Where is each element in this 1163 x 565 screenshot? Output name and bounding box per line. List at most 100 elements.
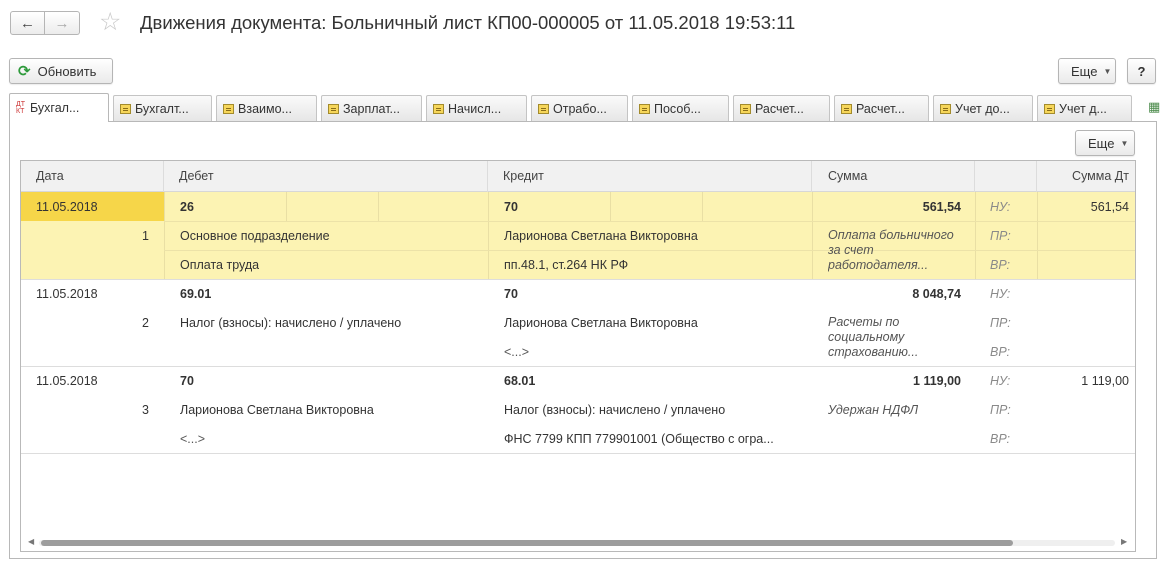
credit-account: 68.01 bbox=[504, 374, 536, 388]
chevron-down-icon: ▼ bbox=[1120, 138, 1129, 148]
tab-register-3[interactable]: Взаимо... bbox=[216, 95, 317, 121]
register-icon bbox=[841, 103, 852, 114]
tab-register-2[interactable]: Бухгалт... bbox=[113, 95, 212, 121]
tab-label: Зарплат... bbox=[343, 101, 400, 116]
tab-register-11[interactable]: Учет д... bbox=[1037, 95, 1132, 121]
tab-label: Учет д... bbox=[1059, 101, 1107, 116]
row-content: Расчеты по социальному страхованию... bbox=[828, 315, 919, 359]
register-icon bbox=[433, 103, 444, 114]
nu-label: НУ: bbox=[990, 287, 1011, 301]
credit-account: 70 bbox=[504, 287, 518, 301]
arrow-left-icon: ← bbox=[20, 14, 35, 32]
row-date: 11.05.2018 bbox=[36, 374, 98, 388]
debit-subconto-1: Ларионова Светлана Викторовна bbox=[180, 403, 374, 417]
credit-subconto-1: Налог (взносы): начислено / уплачено bbox=[504, 403, 726, 417]
pr-label: ПР: bbox=[990, 316, 1011, 330]
tab-label: Взаимо... bbox=[238, 101, 292, 116]
tab-register-10[interactable]: Учет до... bbox=[933, 95, 1033, 121]
debit-subconto-1: Налог (взносы): начислено / уплачено bbox=[180, 316, 402, 330]
row-sum: 561,54 bbox=[922, 200, 961, 214]
scroll-left-icon[interactable]: ◀ bbox=[28, 537, 34, 546]
column-header-debit[interactable]: Дебет bbox=[164, 161, 488, 192]
scroll-right-icon[interactable]: ▶ bbox=[1121, 537, 1127, 546]
row-sum: 8 048,74 bbox=[912, 287, 961, 301]
more-label: Еще bbox=[1071, 63, 1098, 79]
row-date: 11.05.2018 bbox=[36, 200, 98, 214]
register-icon bbox=[740, 103, 751, 114]
debit-account: 26 bbox=[180, 200, 194, 214]
register-icon bbox=[940, 103, 951, 114]
debit-subconto-1: Основное подразделение bbox=[180, 229, 330, 243]
more-button-panel[interactable]: Еще ▼ bbox=[1075, 130, 1135, 156]
column-header-date[interactable]: Дата bbox=[21, 161, 164, 192]
credit-subconto-1: Ларионова Светлана Викторовна bbox=[504, 229, 698, 243]
pr-label: ПР: bbox=[990, 229, 1011, 243]
forward-button[interactable]: → bbox=[45, 11, 80, 35]
arrow-right-icon: → bbox=[54, 14, 70, 32]
tab-register-6[interactable]: Отрабо... bbox=[531, 95, 628, 121]
tab-label: Пособ... bbox=[654, 101, 701, 116]
tab-register-5[interactable]: Начисл... bbox=[426, 95, 527, 121]
pr-label: ПР: bbox=[990, 403, 1011, 417]
row-number: 1 bbox=[142, 229, 149, 243]
row-content: Удержан НДФЛ bbox=[828, 403, 919, 417]
column-header-sum-dt[interactable]: Сумма Дт bbox=[1037, 161, 1135, 192]
row-sum-dt: 1 119,00 bbox=[1081, 374, 1129, 388]
movements-table: Дата Дебет Кредит Сумма Сумма Дт 11.05.2… bbox=[20, 160, 1136, 552]
register-icon bbox=[538, 103, 549, 114]
row-sum-dt: 561,54 bbox=[1090, 200, 1129, 214]
help-button[interactable]: ? bbox=[1127, 58, 1156, 84]
more-label: Еще bbox=[1088, 135, 1115, 151]
tab-label: Бухгалт... bbox=[135, 101, 189, 116]
tab-accounting-register[interactable]: ДТ КТ Бухгал... bbox=[9, 93, 109, 122]
column-header-spacer bbox=[975, 161, 1037, 192]
tab-label: Начисл... bbox=[448, 101, 502, 116]
more-button[interactable]: Еще ▼ bbox=[1058, 58, 1116, 84]
debit-subconto-2: <...> bbox=[180, 432, 206, 446]
horizontal-scrollbar[interactable]: ◀ ▶ bbox=[25, 536, 1131, 548]
table-header: Дата Дебет Кредит Сумма Сумма Дт bbox=[21, 161, 1135, 192]
register-tabs: ДТ КТ Бухгал... Бухгалт... Взаимо... Зарп… bbox=[9, 93, 1160, 122]
tab-register-7[interactable]: Пособ... bbox=[632, 95, 729, 121]
scroll-thumb[interactable] bbox=[41, 540, 1013, 546]
credit-subconto-1: Ларионова Светлана Викторовна bbox=[504, 316, 698, 330]
refresh-button[interactable]: ⟳ Обновить bbox=[9, 58, 113, 84]
register-icon bbox=[223, 103, 234, 114]
dt-kt-icon: ДТ КТ bbox=[16, 101, 26, 115]
tab-label: Расчет... bbox=[856, 101, 905, 116]
chevron-down-icon: ▼ bbox=[1103, 66, 1112, 76]
tab-label: Учет до... bbox=[955, 101, 1010, 116]
vr-label: ВР: bbox=[990, 432, 1011, 446]
register-icon bbox=[1044, 103, 1055, 114]
credit-subconto-2: <...> bbox=[504, 345, 530, 359]
vr-label: ВР: bbox=[990, 258, 1011, 272]
nu-label: НУ: bbox=[990, 374, 1011, 388]
debit-subconto-2: Оплата труда bbox=[180, 258, 260, 272]
vr-label: ВР: bbox=[990, 345, 1011, 359]
tab-register-9[interactable]: Расчет... bbox=[834, 95, 929, 121]
credit-account: 70 bbox=[504, 200, 518, 214]
row-number: 3 bbox=[142, 403, 149, 417]
table-icon[interactable]: ▦ bbox=[1148, 99, 1160, 115]
credit-subconto-2: пп.48.1, ст.264 НК РФ bbox=[504, 258, 629, 272]
nu-label: НУ: bbox=[990, 200, 1011, 214]
star-icon[interactable]: ☆ bbox=[99, 7, 121, 37]
register-icon bbox=[328, 103, 339, 114]
tab-label: Расчет... bbox=[755, 101, 804, 116]
row-date: 11.05.2018 bbox=[36, 287, 98, 301]
register-icon bbox=[120, 103, 131, 114]
register-icon bbox=[639, 103, 650, 114]
tab-label: Бухгал... bbox=[30, 101, 80, 115]
row-number: 2 bbox=[142, 316, 149, 330]
debit-account: 69.01 bbox=[180, 287, 212, 301]
column-header-credit[interactable]: Кредит bbox=[488, 161, 812, 192]
back-button[interactable]: ← bbox=[10, 11, 45, 35]
debit-account: 70 bbox=[180, 374, 194, 388]
row-content: Оплата больничного за счет работодателя.… bbox=[828, 228, 954, 272]
column-header-sum[interactable]: Сумма bbox=[812, 161, 975, 192]
tab-register-4[interactable]: Зарплат... bbox=[321, 95, 422, 121]
tab-register-8[interactable]: Расчет... bbox=[733, 95, 830, 121]
credit-subconto-2: ФНС 7799 КПП 779901001 (Общество с огра.… bbox=[504, 432, 774, 446]
row-sum: 1 119,00 bbox=[913, 374, 961, 388]
refresh-label: Обновить bbox=[37, 63, 97, 79]
